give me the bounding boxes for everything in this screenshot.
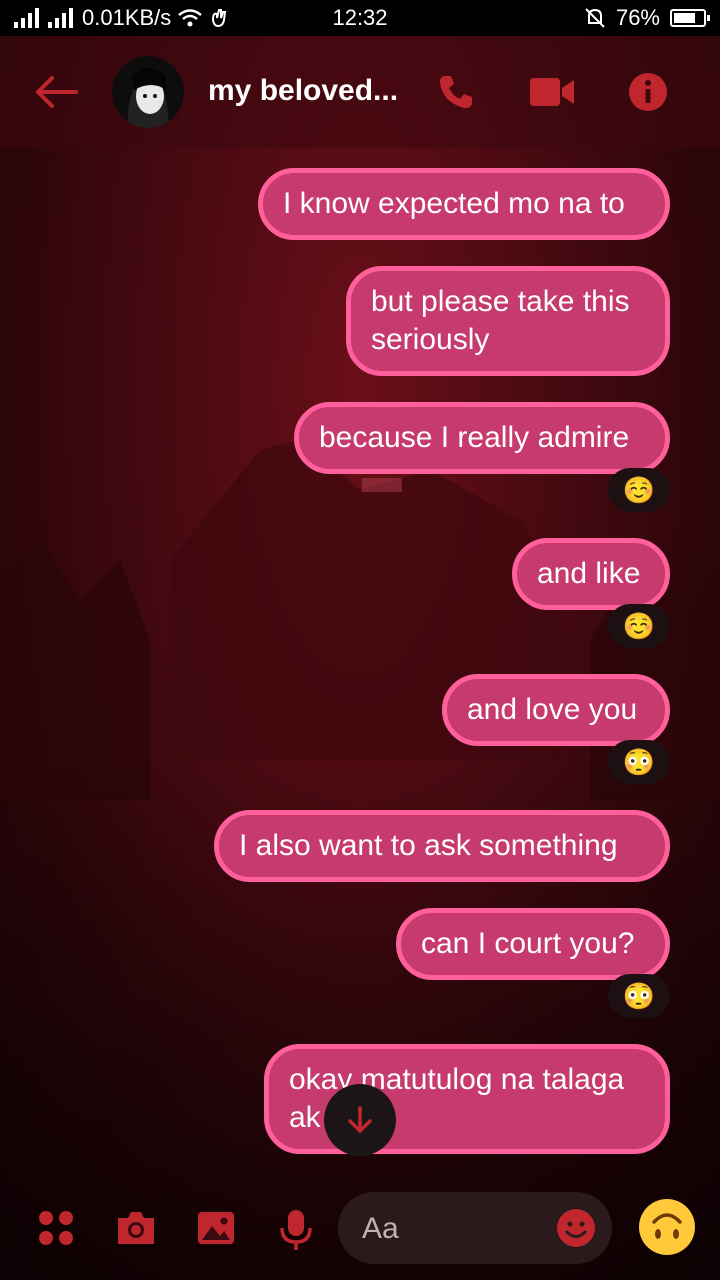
message-input[interactable]: Aa [338,1192,612,1264]
message-text: can I court you? [421,927,635,960]
reaction-emoji: ☺️ [622,474,656,505]
reaction-emoji: 😳 [622,980,656,1011]
apps-grid-icon[interactable] [36,1208,76,1248]
message-text: and love you [467,693,638,726]
message-bubble[interactable]: okay matutulog na talaga ak [264,1044,670,1154]
image-icon[interactable] [196,1208,236,1248]
upside-down-face-icon[interactable] [638,1198,696,1256]
message-bubble[interactable]: and love you [442,674,670,746]
message-text: because I really admire [319,421,630,454]
info-icon[interactable] [628,72,668,112]
message-bubble[interactable]: I know expected mo na to [258,168,670,240]
message-bubble[interactable]: but please take this seriously [346,266,670,376]
message-bubble[interactable]: I also want to ask something [214,810,670,882]
reaction-badge[interactable]: ☺️ [608,468,670,512]
message-input-placeholder: Aa [362,1212,399,1245]
camera-icon[interactable] [114,1208,158,1248]
arrow-down-icon [348,1106,372,1133]
reaction-badge[interactable]: 😳 [608,740,670,784]
message-text: I also want to ask something [239,829,618,862]
status-bar: 0.01KB/s 12:32 76% [0,0,720,36]
composer-bar: Aa [0,1180,720,1280]
video-camera-icon[interactable] [528,72,576,112]
message-text: and like [537,557,641,590]
avatar[interactable] [112,56,184,128]
emoji-icon[interactable] [556,1208,596,1248]
message-text: I know expected mo na to [283,187,625,220]
reaction-badge[interactable]: 😳 [608,974,670,1018]
battery-icon [670,9,710,27]
message-text: but please take this seriously [371,285,630,356]
battery-percent: 76% [615,5,660,30]
message-bubble[interactable]: can I court you? [396,908,670,980]
reaction-emoji: ☺️ [622,610,656,641]
status-right: 76% [584,5,710,31]
chat-header: my beloved... [0,36,720,148]
microphone-icon[interactable] [278,1208,314,1252]
arrow-left-icon[interactable] [34,74,78,110]
reaction-emoji: 😳 [622,746,656,777]
reaction-badge[interactable]: ☺️ [608,604,670,648]
scroll-to-bottom-button[interactable] [324,1084,396,1156]
phone-icon[interactable] [436,72,476,112]
message-bubble[interactable]: and like [512,538,670,610]
message-bubble[interactable]: because I really admire [294,402,670,474]
contact-name[interactable]: my beloved... [208,74,398,108]
bell-muted-icon [585,8,605,28]
